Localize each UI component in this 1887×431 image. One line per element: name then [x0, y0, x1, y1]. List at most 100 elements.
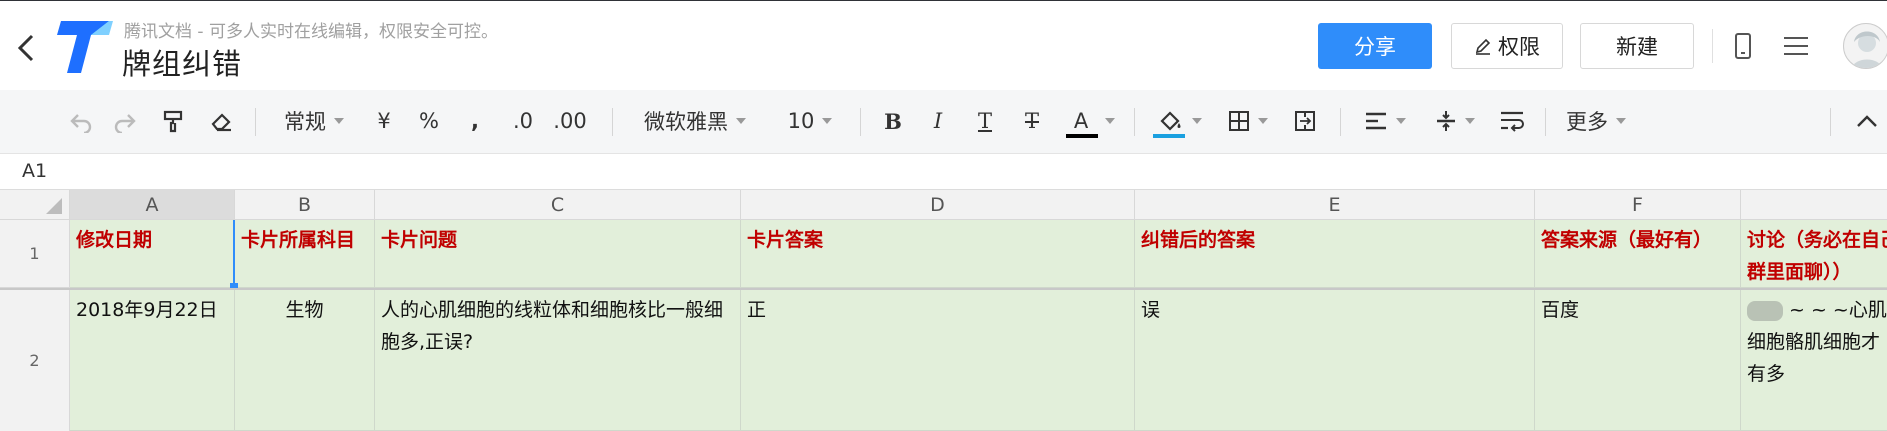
cell-g2[interactable]: ~ ~ ~心肌细胞骼肌细胞才有多 — [1741, 290, 1887, 431]
chevron-down-icon — [1105, 118, 1115, 124]
toolbar-separator — [1545, 108, 1546, 136]
permission-label: 权限 — [1498, 35, 1540, 59]
pencil-icon — [1475, 38, 1491, 55]
font-family-label: 微软雅黑 — [644, 110, 728, 134]
cell-c1[interactable]: 卡片问题 — [375, 220, 741, 288]
row-header-2[interactable]: 2 — [0, 290, 70, 431]
increase-decimal-button[interactable]: .00 — [552, 104, 588, 138]
vertical-align-button[interactable] — [1430, 104, 1480, 138]
cell-c2[interactable]: 人的心肌细胞的线粒体和细胞核比一般细胞多,正误? — [375, 290, 741, 431]
percent-format-button[interactable]: % — [416, 104, 442, 138]
column-header-f[interactable]: F — [1535, 190, 1741, 220]
more-label: 更多 — [1566, 110, 1608, 134]
formatting-toolbar: 常规 ¥ % , .0 .00 微软雅黑 10 B I T T A 更多 — [0, 90, 1887, 154]
chevron-down-icon — [334, 118, 344, 124]
new-button[interactable]: 新建 — [1580, 23, 1694, 69]
share-button[interactable]: 分享 — [1318, 23, 1432, 69]
app-header: 腾讯文档 - 可多人实时在线编辑，权限安全可控。 牌组纠错 分享 权限 新建 — [0, 0, 1887, 90]
vertical-align-middle-icon — [1437, 111, 1455, 131]
header-divider — [1712, 29, 1713, 63]
column-header-g[interactable] — [1741, 190, 1887, 220]
back-arrow-icon[interactable] — [12, 31, 42, 65]
decrease-decimal-button[interactable]: .0 — [508, 104, 538, 138]
underline-button[interactable]: T — [972, 104, 998, 138]
select-all-corner[interactable] — [0, 190, 70, 220]
cell-f1[interactable]: 答案来源（最好有） — [1535, 220, 1741, 288]
toolbar-separator — [1830, 108, 1831, 136]
chevron-down-icon — [1258, 118, 1268, 124]
strikethrough-button[interactable]: T — [1019, 104, 1045, 138]
mobile-icon[interactable] — [1728, 31, 1758, 61]
cell-e1[interactable]: 纠错后的答案 — [1135, 220, 1535, 288]
borders-button[interactable] — [1224, 104, 1272, 138]
border-grid-icon — [1229, 111, 1249, 131]
collapse-toolbar-chevron-up-icon[interactable] — [1852, 104, 1882, 138]
chevron-down-icon — [822, 118, 833, 124]
bold-button[interactable]: B — [880, 104, 906, 138]
toolbar-separator — [860, 108, 861, 136]
increase-decimal-label: .00 — [553, 109, 587, 133]
cell-d1[interactable]: 卡片答案 — [741, 220, 1135, 288]
selection-border — [233, 220, 235, 288]
tencent-docs-logo — [53, 19, 115, 75]
undo-icon[interactable] — [66, 104, 96, 138]
chevron-down-icon — [1616, 118, 1626, 124]
font-family-select[interactable]: 微软雅黑 — [638, 104, 752, 138]
chevron-down-icon — [1192, 118, 1202, 124]
format-painter-icon[interactable] — [158, 104, 188, 138]
formula-bar: A1 — [0, 154, 1887, 190]
wrap-text-icon[interactable] — [1497, 104, 1527, 138]
cell-e2[interactable]: 误 — [1135, 290, 1535, 431]
font-size-label: 10 — [787, 109, 815, 133]
number-format-label: 常规 — [284, 110, 326, 134]
permission-button[interactable]: 权限 — [1451, 23, 1563, 69]
column-header-c[interactable]: C — [375, 190, 741, 220]
cell-reference[interactable]: A1 — [22, 160, 47, 182]
fill-color-swatch — [1153, 134, 1185, 138]
font-color-button[interactable]: A — [1064, 104, 1116, 138]
font-color-letter: A — [1073, 109, 1089, 133]
fill-handle[interactable] — [230, 283, 238, 288]
column-header-b[interactable]: B — [235, 190, 375, 220]
menu-icon[interactable] — [1781, 31, 1811, 61]
decrease-decimal-label: .0 — [512, 109, 534, 133]
chevron-down-icon — [736, 118, 746, 124]
cell-b2[interactable]: 生物 — [235, 290, 375, 431]
align-left-icon — [1366, 112, 1386, 130]
font-size-select[interactable]: 10 — [782, 104, 838, 138]
cell-b1[interactable]: 卡片所属科目 — [235, 220, 375, 288]
column-header-e[interactable]: E — [1135, 190, 1535, 220]
toolbar-separator — [1340, 108, 1341, 136]
paint-bucket-icon — [1160, 111, 1181, 131]
document-title[interactable]: 牌组纠错 — [122, 41, 242, 83]
chevron-down-icon — [1465, 118, 1475, 124]
tencent-docs-sheet-app: 腾讯文档 - 可多人实时在线编辑，权限安全可控。 牌组纠错 分享 权限 新建 常… — [0, 0, 1887, 431]
fill-color-button[interactable] — [1152, 104, 1208, 138]
redo-icon[interactable] — [110, 104, 140, 138]
number-format-select[interactable]: 常规 — [278, 104, 350, 138]
thousands-separator-button[interactable]: , — [465, 104, 485, 138]
user-avatar[interactable] — [1843, 23, 1887, 69]
app-tagline: 腾讯文档 - 可多人实时在线编辑，权限安全可控。 — [124, 22, 498, 42]
cell-g1[interactable]: 讨论（务必在自己去群里面聊）） — [1741, 220, 1887, 288]
spreadsheet-grid: A B C D E F 1 2 修改日期 卡片所属科目 卡片问题 卡片答案 纠错… — [0, 190, 1887, 431]
currency-format-button[interactable]: ¥ — [372, 104, 396, 138]
column-header-a[interactable]: A — [70, 190, 235, 220]
toolbar-separator — [612, 108, 613, 136]
chevron-down-icon — [1396, 118, 1406, 124]
column-header-d[interactable]: D — [741, 190, 1135, 220]
horizontal-align-button[interactable] — [1360, 104, 1410, 138]
row-header-1[interactable]: 1 — [0, 220, 70, 288]
cell-a1[interactable]: 修改日期 — [70, 220, 235, 288]
eraser-icon[interactable] — [206, 104, 236, 138]
font-color-swatch — [1066, 134, 1098, 138]
merge-cells-icon[interactable] — [1290, 104, 1320, 138]
cell-a2[interactable]: 2018年9月22日 — [70, 290, 235, 431]
cell-f2[interactable]: 百度 — [1535, 290, 1741, 431]
italic-button[interactable]: I — [925, 104, 951, 138]
cell-d2[interactable]: 正 — [741, 290, 1135, 431]
toolbar-separator — [1134, 108, 1135, 136]
toolbar-separator — [255, 108, 256, 136]
blurred-mention — [1747, 300, 1783, 321]
more-options-button[interactable]: 更多 — [1564, 104, 1628, 138]
